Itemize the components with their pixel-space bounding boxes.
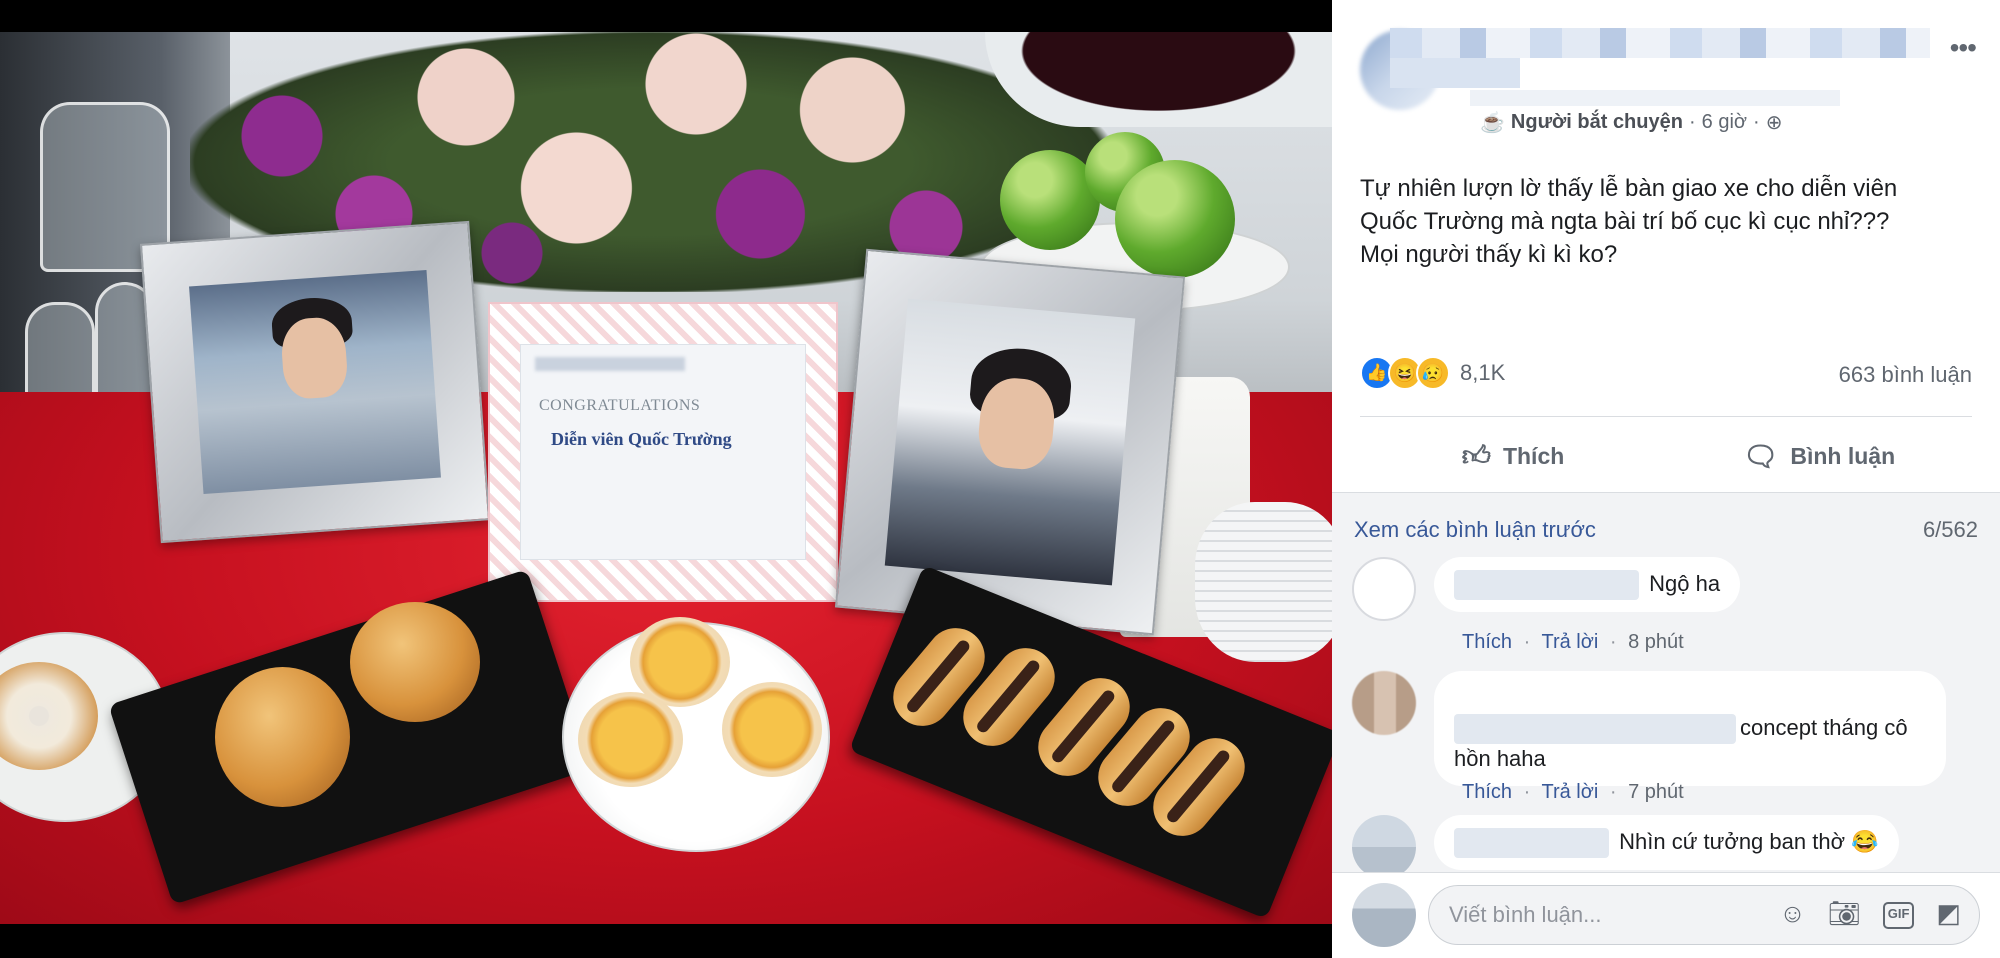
comment-like-link[interactable]: Thích: [1462, 631, 1512, 653]
comments-section: Xem các bình luận trước 6/562 Ngộ ha Thí…: [1332, 492, 2000, 879]
commenter-name-redacted[interactable]: [1454, 714, 1736, 745]
comments-count[interactable]: 663 bình luận: [1839, 362, 1972, 388]
reaction-count[interactable]: 8,1K: [1460, 360, 1505, 386]
card-congratulations-text: CONGRATULATIONS: [539, 397, 701, 414]
gif-icon[interactable]: GIF: [1882, 902, 1915, 929]
meta-separator: ·: [1688, 111, 1696, 133]
composer-tools: ☺ 📷︎ GIF ◩: [1779, 898, 1961, 929]
comment-composer: ☺ 📷︎ GIF ◩: [1332, 872, 2000, 958]
card-actor-name: Diễn viên Quốc Trường: [551, 429, 732, 449]
camera-icon[interactable]: 📷︎: [1828, 898, 1861, 929]
cherry-plate: [985, 32, 1332, 127]
portrait-right: [884, 298, 1136, 586]
thumbs-up-icon: 👍︎: [1461, 440, 1491, 471]
separator: ·: [1609, 781, 1617, 803]
separator: ·: [1523, 781, 1531, 803]
congratulations-card: CONGRATULATIONS Diễn viên Quốc Trường: [520, 344, 806, 560]
speech-bubble-icon: 🗨: [1742, 440, 1779, 472]
comment-like-link[interactable]: Thích: [1462, 781, 1512, 803]
egg-tart: [578, 692, 683, 787]
sad-reaction-icon: 😥: [1416, 356, 1450, 390]
post-time[interactable]: 6 giờ: [1702, 111, 1747, 134]
author-name-redacted: [1390, 58, 1520, 88]
comment-text: Nhìn cứ tưởng ban thờ 😂: [1619, 829, 1879, 854]
reactions-summary[interactable]: 👍 😆 😥 8,1K: [1360, 356, 1505, 390]
commenter-name-redacted[interactable]: [1454, 570, 1639, 601]
like-button[interactable]: 👍︎ Thích: [1360, 420, 1666, 492]
post-side-panel: ••• ☕ Người bắt chuyện · 6 giờ · ⊕ Tự nh…: [1332, 0, 2000, 958]
comment-bubble: Ngộ ha: [1434, 557, 1741, 613]
comments-page-count: 6/562: [1922, 517, 1978, 542]
card-logo-blurred: [535, 357, 685, 371]
member-badge[interactable]: Người bắt chuyện: [1511, 111, 1683, 134]
egg-tart: [722, 682, 822, 777]
photo-scene: CONGRATULATIONS Diễn viên Quốc Trường: [0, 32, 1332, 924]
comment-reply-link[interactable]: Trả lời: [1541, 631, 1598, 653]
group-name-redacted: [1470, 90, 1840, 106]
app: CONGRATULATIONS Diễn viên Quốc Trường ••…: [0, 0, 2000, 958]
current-user-avatar: [1352, 883, 1416, 947]
commenter-avatar[interactable]: [1352, 671, 1416, 735]
view-previous-comments-link[interactable]: Xem các bình luận trước: [1354, 517, 1596, 543]
comment-time[interactable]: 7 phút: [1628, 781, 1684, 803]
comment-bubble: concept tháng cô hồn haha: [1434, 671, 1946, 787]
like-button-label: Thích: [1502, 442, 1565, 469]
separator: ·: [1609, 631, 1617, 653]
comment-time[interactable]: 8 phút: [1628, 631, 1684, 653]
comment-actions: Thích · Trả lời · 8 phút: [1462, 631, 1684, 654]
comment-bubble: Nhìn cứ tưởng ban thờ 😂: [1434, 815, 1899, 871]
author-name-redacted[interactable]: [1390, 28, 1930, 58]
comment-button-label: Bình luận: [1790, 442, 1896, 469]
congratulations-card-frame: CONGRATULATIONS Diễn viên Quốc Trường: [488, 302, 838, 602]
separator: ·: [1523, 631, 1531, 653]
cup-icon: ☕: [1480, 112, 1505, 134]
globe-icon[interactable]: ⊕: [1766, 110, 1783, 135]
portrait-left: [189, 269, 441, 495]
comment-input[interactable]: [1449, 886, 1749, 944]
comment-actions: Thích · Trả lời · 7 phút: [1462, 781, 1684, 804]
commenter-name-redacted[interactable]: [1454, 828, 1609, 859]
post-text: Tự nhiên lượn lờ thấy lễ bàn giao xe cho…: [1360, 175, 1898, 268]
more-options-icon[interactable]: •••: [1950, 34, 1977, 62]
bread-roll: [350, 602, 480, 722]
bread-roll: [215, 667, 350, 807]
post-header: ••• ☕ Người bắt chuyện · 6 giờ · ⊕: [1360, 22, 1980, 152]
green-apple: [1115, 160, 1235, 278]
divider: [1360, 416, 1972, 417]
commenter-avatar[interactable]: [1352, 557, 1416, 621]
meta-separator: ·: [1753, 111, 1760, 133]
sticker-icon[interactable]: ◩: [1936, 898, 1961, 929]
comment-input-wrapper[interactable]: ☺ 📷︎ GIF ◩: [1428, 885, 1980, 945]
post-photo[interactable]: CONGRATULATIONS Diễn viên Quốc Trường: [0, 0, 1332, 958]
photo-frame-left: [139, 220, 491, 544]
comment-button[interactable]: 🗨 Bình luận: [1666, 420, 1972, 492]
comment-text: Ngộ ha: [1649, 571, 1721, 596]
stacked-plates: [1195, 502, 1332, 662]
post-action-bar: 👍︎ Thích 🗨 Bình luận: [1360, 420, 1972, 492]
post-meta: ☕ Người bắt chuyện · 6 giờ · ⊕: [1480, 110, 1782, 135]
commenter-avatar[interactable]: [1352, 815, 1416, 879]
emoji-icon[interactable]: ☺: [1779, 898, 1806, 929]
comment-reply-link[interactable]: Trả lời: [1541, 781, 1598, 803]
photo-frame-right: [834, 248, 1186, 636]
